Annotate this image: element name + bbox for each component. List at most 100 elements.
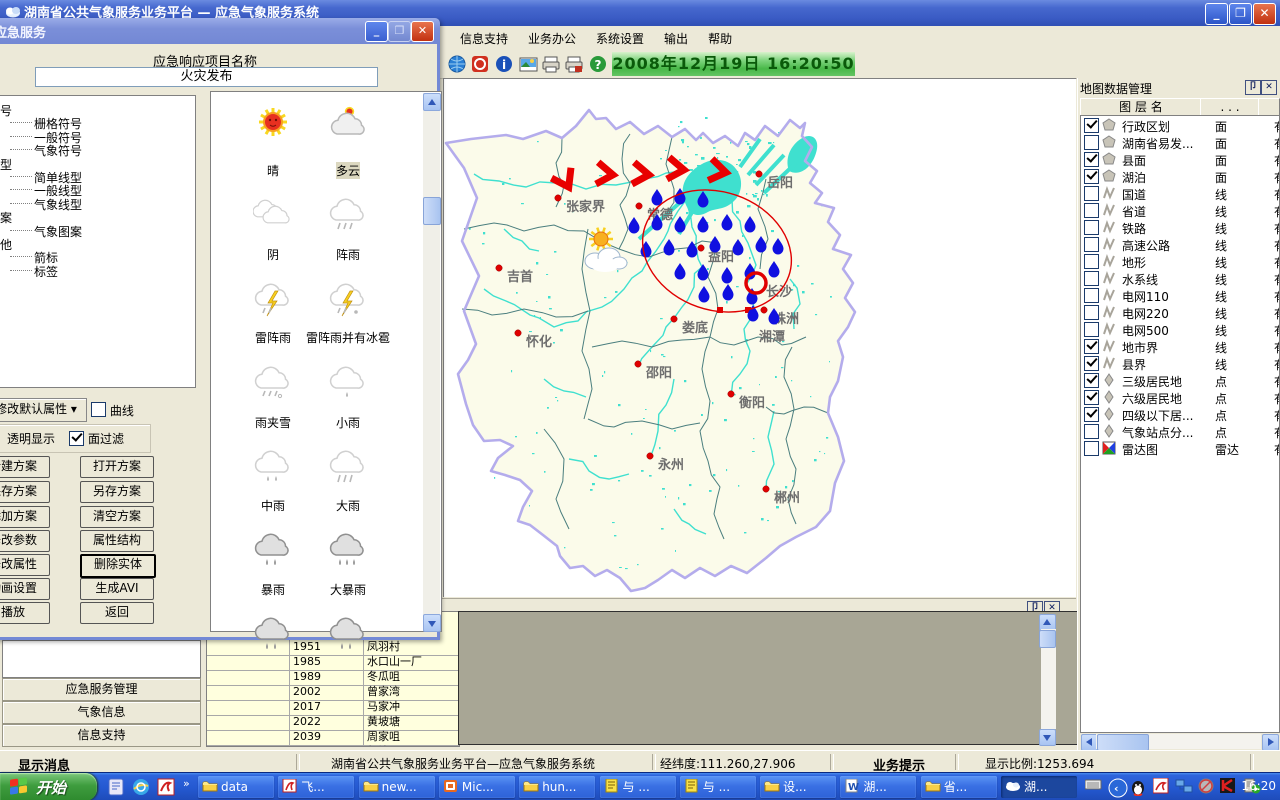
dialog-button[interactable]: 保存方案 — [0, 481, 50, 503]
weather-label[interactable]: 中雨 — [261, 497, 285, 514]
weather-label[interactable]: 大雨 — [336, 497, 360, 514]
table-row[interactable]: 2017马家冲 — [207, 700, 459, 716]
weather-label[interactable]: 晴 — [267, 162, 279, 179]
sidebar-listbox[interactable] — [2, 640, 201, 678]
printer-icon[interactable] — [541, 54, 562, 75]
dialog-button[interactable]: 清空方案 — [80, 506, 154, 528]
taskbar-item-3[interactable]: Mic... — [439, 776, 515, 798]
layer-name[interactable]: 电网220 — [1122, 305, 1169, 322]
layer-checkbox[interactable] — [1084, 118, 1099, 133]
taskbar-item-10[interactable]: 湖... — [1001, 776, 1077, 798]
layer-checkbox[interactable] — [1084, 390, 1099, 405]
table-row[interactable]: 2002曾家湾 — [207, 685, 459, 701]
restore-button[interactable]: ❐ — [1229, 3, 1252, 25]
weather-icon-heavyrain[interactable] — [328, 446, 368, 489]
info-icon[interactable]: i — [494, 54, 515, 75]
taskbar-item-0[interactable]: data — [198, 776, 274, 798]
layer-name[interactable]: 县界 — [1122, 356, 1146, 373]
taskbar-item-2[interactable]: new... — [359, 776, 435, 798]
scrollbar-thumb[interactable] — [1097, 734, 1149, 751]
menu-4[interactable]: 帮助 — [698, 26, 742, 47]
layer-checkbox[interactable] — [1084, 135, 1099, 150]
layer-checkbox[interactable] — [1084, 288, 1099, 303]
offline-icon[interactable] — [1198, 778, 1214, 797]
layer-name[interactable]: 行政区划 — [1122, 118, 1170, 135]
weather-label[interactable]: 雷阵雨 — [255, 329, 291, 346]
tree-item[interactable]: 符号 — [0, 102, 12, 119]
weather-label[interactable]: 多云 — [336, 162, 360, 179]
dialog-button[interactable]: 属性结构 — [80, 530, 154, 552]
weather-icon-midrain[interactable] — [253, 446, 293, 489]
table-row[interactable]: 2039周家咀 — [207, 730, 459, 746]
layer-name[interactable]: 六级居民地 — [1122, 390, 1182, 407]
taskbar-item-8[interactable]: W湖... — [840, 776, 916, 798]
globe-icon[interactable] — [447, 54, 468, 75]
minimize-button[interactable]: _ — [1205, 3, 1228, 25]
tree-item[interactable]: 标签 — [34, 263, 58, 280]
taskbar-item-4[interactable]: hun... — [519, 776, 595, 798]
layer-name[interactable]: 县面 — [1122, 152, 1146, 169]
layer-name[interactable]: 铁路 — [1122, 220, 1146, 237]
scroll-down-icon[interactable] — [1039, 729, 1056, 746]
qq-icon[interactable] — [1130, 778, 1146, 799]
taskbar-item-1[interactable]: 飞... — [278, 776, 354, 798]
default-attr-dropdown[interactable]: 修改默认属性 ▾ — [0, 398, 87, 422]
menu-2[interactable]: 系统设置 — [586, 26, 654, 47]
layer-name[interactable]: 水系线 — [1122, 271, 1158, 288]
layer-name[interactable]: 湖泊 — [1122, 169, 1146, 186]
tree-item[interactable]: 其他 — [0, 236, 12, 253]
layer-checkbox[interactable] — [1084, 373, 1099, 388]
dialog-button[interactable]: 打开方案 — [80, 456, 154, 478]
table-row[interactable]: 1985水口山一厂 — [207, 655, 459, 671]
weather-icon-shower[interactable] — [328, 194, 368, 237]
filter-checkbox[interactable] — [69, 431, 84, 446]
sidebar-button-0[interactable]: 应急服务管理 — [2, 678, 201, 701]
layer-name[interactable]: 三级居民地 — [1122, 373, 1182, 390]
project-name-input[interactable]: 火灾发布 — [35, 67, 378, 87]
weather-label[interactable]: 暴雨 — [261, 581, 285, 598]
curve-checkbox[interactable]: 曲线 — [91, 402, 134, 419]
dialog-button[interactable]: 删除实体 — [80, 554, 156, 578]
dialog-button[interactable]: 修改参数 — [0, 530, 50, 552]
taskbar-item-7[interactable]: 设... — [760, 776, 836, 798]
layer-checkbox[interactable] — [1084, 424, 1099, 439]
taskbar-item-6[interactable]: 与 ... — [680, 776, 756, 798]
map-area[interactable]: 张家界常德岳阳益阳吉首怀化娄底长沙株洲湘潭邵阳衡阳永州郴州 — [443, 78, 1076, 597]
layer-checkbox[interactable] — [1084, 220, 1099, 235]
taskbar-item-5[interactable]: 与 ... — [600, 776, 676, 798]
dialog-button[interactable]: 动画设置 — [0, 578, 50, 600]
dialog-close-button[interactable]: ✕ — [411, 21, 434, 42]
tree-item[interactable]: 图案 — [0, 209, 12, 226]
weather-icon-storm[interactable] — [253, 529, 293, 572]
sidebar-button-2[interactable]: 信息支持 — [2, 724, 201, 747]
layer-name[interactable]: 雷达图 — [1122, 441, 1158, 458]
weather-label[interactable]: 大暴雨 — [330, 581, 366, 598]
dialog-minimize-button[interactable]: _ — [365, 21, 388, 42]
keyboard-icon[interactable] — [1085, 778, 1102, 793]
image-icon[interactable] — [518, 54, 539, 75]
weather-icon-lightrain[interactable] — [328, 362, 368, 405]
dialog-button[interactable]: 修改属性 — [0, 554, 50, 576]
layer-checkbox[interactable] — [1084, 254, 1099, 269]
weather-icon-sunny[interactable] — [253, 104, 293, 147]
layer-checkbox[interactable] — [1084, 237, 1099, 252]
language-icon[interactable]: ‹ — [1108, 778, 1128, 800]
scrollbar-thumb[interactable] — [1039, 630, 1056, 648]
layer-checkbox[interactable] — [1084, 169, 1099, 184]
weather-icon-thunderhail[interactable] — [328, 279, 368, 322]
layer-checkbox[interactable] — [1084, 186, 1099, 201]
quicklaunch-app-icon[interactable] — [106, 777, 126, 797]
red-app-icon[interactable] — [1153, 778, 1169, 797]
weather-label[interactable]: 小雨 — [336, 414, 360, 431]
quicklaunch-ie-icon[interactable] — [131, 777, 151, 797]
close-panel-icon[interactable]: ✕ — [1261, 80, 1277, 95]
weather-icon-partly[interactable] — [328, 104, 368, 147]
layer-checkbox[interactable] — [1084, 322, 1099, 337]
weather-icon-sleet[interactable] — [253, 362, 293, 405]
layer-checkbox[interactable] — [1084, 305, 1099, 320]
table-row[interactable]: 2022黄坡塘 — [207, 715, 459, 731]
stop-icon[interactable] — [470, 54, 491, 75]
layer-name[interactable]: 四级以下居... — [1122, 407, 1193, 424]
layer-name[interactable]: 国道 — [1122, 186, 1146, 203]
layer-checkbox[interactable] — [1084, 271, 1099, 286]
